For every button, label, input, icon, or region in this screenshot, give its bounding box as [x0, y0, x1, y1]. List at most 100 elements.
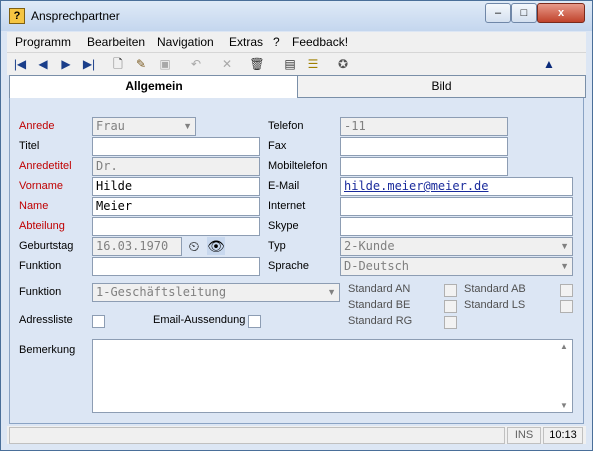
skype-field[interactable] — [340, 217, 573, 236]
anrede-value: Frau — [96, 119, 125, 133]
menu-bar: Programm Bearbeiten Navigation Extras ? … — [7, 32, 586, 52]
status-message — [9, 427, 505, 444]
vorname-label: Vorname — [19, 180, 64, 192]
vorname-field[interactable]: Hilde — [92, 177, 260, 196]
minimize-button[interactable]: – — [485, 3, 511, 23]
chevron-down-icon: ▼ — [560, 261, 569, 271]
fax-field[interactable] — [340, 137, 508, 156]
abteilung-field[interactable] — [92, 217, 260, 236]
standard-be-checkbox[interactable] — [444, 300, 457, 313]
maximize-button[interactable]: □ — [511, 3, 537, 23]
status-time: 10:13 — [543, 427, 583, 444]
standard-rg-checkbox[interactable] — [444, 316, 457, 329]
menu-help[interactable]: ? — [273, 35, 280, 49]
chevron-down-icon: ▼ — [183, 121, 192, 131]
bemerkung-label: Bemerkung — [19, 344, 76, 356]
titel-field[interactable] — [92, 137, 260, 156]
standard-ls-checkbox[interactable] — [560, 300, 573, 313]
up-arrow-icon[interactable]: ▲ — [541, 56, 557, 72]
app-icon: ? — [9, 8, 25, 24]
telefon-field[interactable]: -11 — [340, 117, 508, 136]
first-record-icon[interactable]: |◀ — [12, 56, 28, 72]
bemerkung-textarea[interactable]: ▲ ▼ — [92, 339, 573, 413]
title-bar: ? Ansprechpartner – □ x — [1, 1, 592, 31]
tab-bild[interactable]: Bild — [297, 75, 586, 98]
sprache-select[interactable]: D-Deutsch ▼ — [340, 257, 573, 276]
status-bar: INS 10:13 — [7, 426, 586, 444]
chevron-down-icon: ▼ — [560, 241, 569, 251]
anredetitel-label: Anredetitel — [19, 160, 72, 172]
settings-icon[interactable]: ✪ — [335, 56, 351, 72]
clock-icon[interactable]: ⏲ — [185, 237, 203, 255]
standard-rg-label: Standard RG — [348, 315, 413, 327]
titel-label: Titel — [19, 140, 40, 152]
list-icon[interactable]: ☰ — [305, 56, 321, 72]
funktion-combo-label: Funktion — [19, 286, 62, 298]
anrede-label: Anrede — [19, 120, 55, 132]
cancel-icon[interactable]: ✕ — [219, 56, 235, 72]
menu-extras[interactable]: Extras — [229, 35, 263, 49]
funktion-select[interactable]: 1-Geschäftsleitung ▼ — [92, 283, 340, 302]
tab-strip: Allgemein Bild — [7, 75, 586, 100]
adressliste-checkbox[interactable] — [92, 315, 105, 328]
scroll-down-icon[interactable]: ▼ — [560, 401, 568, 410]
standard-ab-checkbox[interactable] — [560, 284, 573, 297]
email-field[interactable]: hilde.meier@meier.de — [340, 177, 573, 196]
print-icon[interactable]: ▤ — [282, 56, 298, 72]
standard-ls-label: Standard LS — [464, 299, 526, 311]
geburtstag-label: Geburtstag — [19, 240, 74, 252]
anrede-select[interactable]: Frau ▼ — [92, 117, 196, 136]
new-record-icon[interactable]: 🗋 — [110, 56, 126, 72]
typ-value: 2-Kunde — [344, 239, 395, 253]
email-aussendung-checkbox[interactable] — [248, 315, 261, 328]
internet-label: Internet — [268, 200, 306, 212]
window: ? Ansprechpartner – □ x Programm Bearbei… — [0, 0, 593, 451]
geburtstag-field[interactable]: 16.03.1970 — [92, 237, 182, 256]
toolbar: |◀ ◀ ▶ ▶| 🗋 ✎ ▣ ↶ ✕ 🗑 ▤ ☰ ✪ ▲ — [7, 52, 586, 75]
internet-field[interactable] — [340, 197, 573, 216]
last-record-icon[interactable]: ▶| — [81, 56, 97, 72]
funktion-text-field[interactable] — [92, 257, 260, 276]
window-title: Ansprechpartner — [31, 9, 120, 23]
name-field[interactable]: Meier — [92, 197, 260, 216]
menu-navigation[interactable]: Navigation — [157, 35, 214, 49]
standard-ab-label: Standard AB — [464, 283, 526, 295]
adressliste-label: Adressliste — [19, 314, 73, 326]
name-label: Name — [19, 200, 49, 212]
undo-icon[interactable]: ↶ — [188, 56, 204, 72]
email-label: E-Mail — [268, 180, 300, 192]
eye-icon[interactable]: 👁 — [207, 237, 225, 255]
skype-label: Skype — [268, 220, 299, 232]
delete-icon[interactable]: 🗑 — [249, 56, 265, 72]
standard-be-label: Standard BE — [348, 299, 411, 311]
close-button[interactable]: x — [537, 3, 585, 23]
fax-label: Fax — [268, 140, 287, 152]
save-icon[interactable]: ▣ — [157, 56, 173, 72]
menu-feedback[interactable]: Feedback! — [292, 35, 348, 49]
typ-label: Typ — [268, 240, 286, 252]
status-mode: INS — [507, 427, 541, 444]
chevron-down-icon: ▼ — [327, 287, 336, 297]
tab-allgemein[interactable]: Allgemein — [9, 75, 299, 100]
funktion-text-label: Funktion — [19, 260, 62, 272]
scroll-up-icon[interactable]: ▲ — [560, 342, 568, 351]
mobiltelefon-field[interactable] — [340, 157, 508, 176]
mobiltelefon-label: Mobiltelefon — [268, 160, 328, 172]
funktion-value: 1-Geschäftsleitung — [96, 285, 227, 299]
standard-an-checkbox[interactable] — [444, 284, 457, 297]
edit-icon[interactable]: ✎ — [133, 56, 149, 72]
menu-bearbeiten[interactable]: Bearbeiten — [87, 35, 145, 49]
menu-programm[interactable]: Programm — [15, 35, 71, 49]
anredetitel-field[interactable]: Dr. — [92, 157, 260, 176]
abteilung-label: Abteilung — [19, 220, 65, 232]
sprache-label: Sprache — [268, 260, 309, 272]
typ-select[interactable]: 2-Kunde ▼ — [340, 237, 573, 256]
standard-an-label: Standard AN — [348, 283, 411, 295]
scrollbar[interactable]: ▲ ▼ — [556, 340, 572, 412]
general-panel: Anrede Frau ▼ Titel Anredetitel Dr. Vorn… — [9, 98, 584, 424]
email-aussendung-label: Email-Aussendung — [153, 314, 246, 326]
next-record-icon[interactable]: ▶ — [58, 56, 74, 72]
prev-record-icon[interactable]: ◀ — [35, 56, 51, 72]
telefon-label: Telefon — [268, 120, 304, 132]
sprache-value: D-Deutsch — [344, 259, 410, 273]
